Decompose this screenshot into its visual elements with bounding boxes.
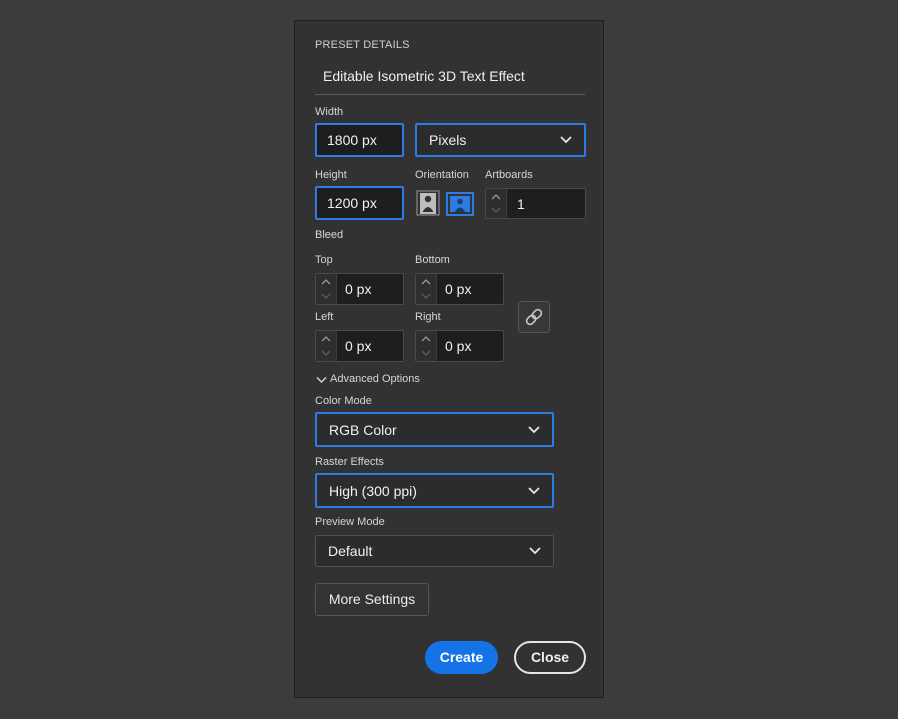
height-value: 1200 px [327, 195, 377, 211]
stepper-up-icon[interactable] [420, 278, 432, 286]
link-bleed-button[interactable] [518, 301, 550, 333]
stepper-down-icon[interactable] [320, 349, 332, 357]
link-icon [525, 308, 543, 326]
bleed-left-label: Left [315, 311, 334, 323]
raster-effects-select[interactable]: High (300 ppi) [315, 473, 554, 508]
more-settings-button[interactable]: More Settings [315, 583, 429, 616]
bleed-label: Bleed [315, 229, 344, 241]
bleed-left-value: 0 px [345, 338, 372, 354]
stepper-down-icon[interactable] [490, 206, 502, 214]
preset-name-input[interactable]: Editable Isometric 3D Text Effect [315, 57, 585, 95]
stepper-up-icon[interactable] [320, 335, 332, 343]
bleed-bottom-stepper-buttons [416, 274, 437, 304]
units-select[interactable]: Pixels [415, 123, 586, 157]
chevron-down-icon [316, 376, 327, 384]
width-value: 1800 px [327, 132, 377, 148]
stepper-down-icon[interactable] [320, 292, 332, 300]
landscape-icon [446, 192, 474, 216]
bleed-top-stepper-buttons [316, 274, 337, 304]
bleed-top-value: 0 px [345, 281, 372, 297]
create-button[interactable]: Create [425, 641, 498, 674]
stepper-down-icon[interactable] [420, 292, 432, 300]
color-mode-value: RGB Color [329, 421, 397, 438]
stepper-up-icon[interactable] [490, 193, 502, 201]
bleed-left-stepper-buttons [316, 331, 337, 361]
portrait-orientation-button[interactable] [416, 190, 440, 216]
artboards-label: Artboards [485, 169, 533, 181]
orientation-label: Orientation [415, 169, 469, 181]
new-document-preset-panel: PRESET DETAILS Editable Isometric 3D Tex… [294, 20, 604, 698]
chevron-down-icon [560, 136, 572, 144]
landscape-orientation-button[interactable] [446, 192, 474, 216]
height-input[interactable]: 1200 px [315, 186, 404, 220]
bleed-right-label: Right [415, 311, 441, 323]
bleed-right-value: 0 px [445, 338, 472, 354]
bleed-right-stepper-buttons [416, 331, 437, 361]
width-label: Width [315, 106, 344, 118]
advanced-options-label: Advanced Options [330, 373, 420, 385]
bleed-left-stepper[interactable]: 0 px [315, 330, 404, 362]
preset-details-header: PRESET DETAILS [315, 39, 410, 51]
raster-effects-label: Raster Effects [315, 456, 384, 468]
preview-mode-label: Preview Mode [315, 516, 385, 528]
units-value: Pixels [429, 132, 467, 148]
height-label: Height [315, 169, 347, 181]
close-button[interactable]: Close [514, 641, 586, 674]
artboards-value: 1 [517, 195, 525, 212]
bleed-right-stepper[interactable]: 0 px [415, 330, 504, 362]
bleed-top-stepper[interactable]: 0 px [315, 273, 404, 305]
chevron-down-icon [529, 547, 541, 555]
chevron-down-icon [528, 486, 540, 494]
artboards-stepper[interactable]: 1 [485, 188, 586, 219]
artboards-stepper-buttons [486, 189, 507, 218]
color-mode-label: Color Mode [315, 395, 372, 407]
stepper-up-icon[interactable] [320, 278, 332, 286]
bleed-top-label: Top [315, 254, 333, 266]
bleed-bottom-value: 0 px [445, 281, 472, 297]
preset-name-value: Editable Isometric 3D Text Effect [323, 68, 525, 84]
raster-effects-value: High (300 ppi) [329, 482, 417, 499]
stepper-down-icon[interactable] [420, 349, 432, 357]
stepper-up-icon[interactable] [420, 335, 432, 343]
preview-mode-select[interactable]: Default [315, 535, 554, 567]
portrait-icon [416, 190, 440, 216]
width-input[interactable]: 1800 px [315, 123, 404, 157]
color-mode-select[interactable]: RGB Color [315, 412, 554, 447]
preview-mode-value: Default [328, 543, 373, 559]
chevron-down-icon [528, 425, 540, 433]
bleed-bottom-label: Bottom [415, 254, 450, 266]
bleed-bottom-stepper[interactable]: 0 px [415, 273, 504, 305]
